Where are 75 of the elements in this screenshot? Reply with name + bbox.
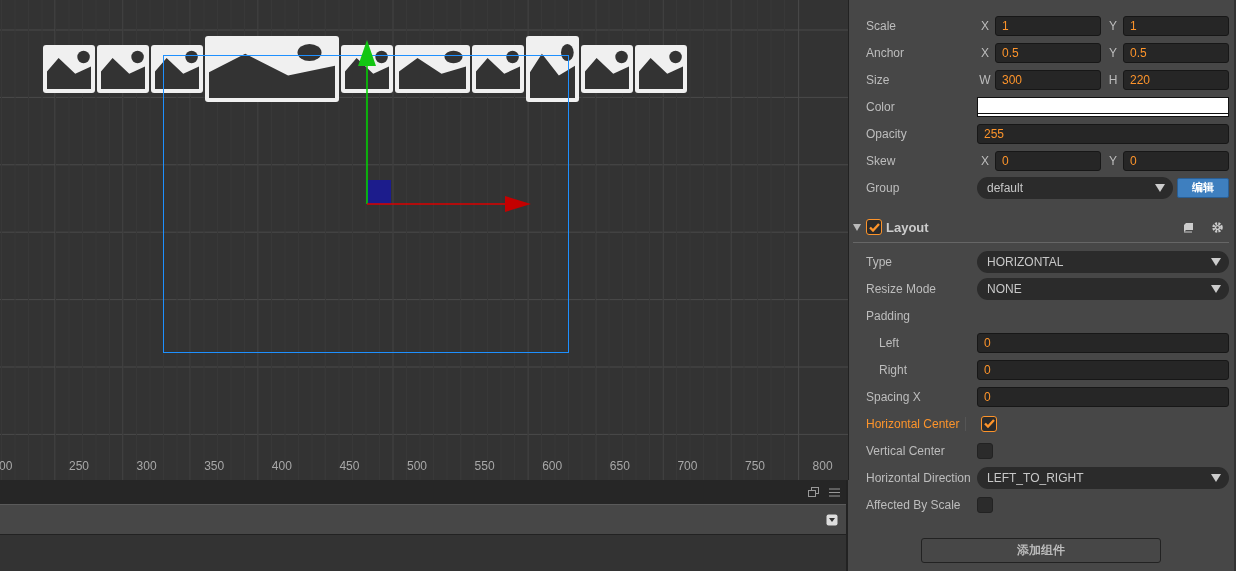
ruler-label: 750 (745, 459, 766, 473)
property-label: Color (865, 99, 896, 114)
ruler-label: 400 (271, 459, 292, 473)
checkbox[interactable] (977, 496, 993, 513)
settings-icon[interactable] (1212, 221, 1223, 233)
number-field[interactable]: 1 (995, 15, 1101, 36)
axis-label: X (980, 45, 990, 60)
dropdown-arrow-icon (1211, 284, 1221, 293)
axis-label: Y (1108, 45, 1118, 60)
property-label: Size (865, 72, 891, 87)
property-label: Affected By Scale (865, 497, 962, 512)
number-field[interactable]: 255 (977, 123, 1229, 144)
ruler-label: 700 (677, 459, 698, 473)
axis-label: H (1107, 72, 1119, 87)
ruler-label: 450 (339, 459, 360, 473)
ruler-label: 650 (609, 459, 630, 473)
expand-arrow-icon[interactable] (853, 222, 862, 232)
add-component-button[interactable]: 添加组件 (921, 538, 1161, 563)
pivot-handle[interactable] (367, 180, 391, 204)
number-field[interactable]: 0 (1123, 150, 1229, 171)
property-label: Left (878, 335, 900, 350)
property-label: Anchor (865, 45, 906, 60)
ruler-label: 600 (542, 459, 563, 473)
book-icon[interactable] (1183, 221, 1194, 233)
property-label: Resize Mode (865, 281, 938, 296)
component-title: Layout (886, 219, 930, 235)
checkbox[interactable] (977, 442, 993, 459)
axis-label: X (980, 18, 990, 33)
number-field[interactable]: 0 (977, 386, 1229, 407)
property-label: Group (865, 180, 901, 195)
dropdown-icon[interactable] (826, 513, 838, 526)
menu-icon[interactable] (829, 487, 840, 497)
number-field[interactable]: 0.5 (1123, 42, 1229, 63)
checkbox[interactable] (866, 219, 882, 235)
dropdown-arrow-icon (1211, 473, 1221, 482)
dropdown-arrow-icon (1211, 257, 1221, 266)
property-label: Right (878, 362, 908, 377)
number-field[interactable]: 1 (1123, 15, 1229, 36)
property-label: Type (865, 254, 893, 269)
ruler-label: 800 (812, 459, 833, 473)
property-label: Horizontal Direction (865, 470, 972, 485)
axis-label: X (980, 153, 990, 168)
ruler-label: 00 (0, 459, 13, 473)
property-label: Scale (865, 18, 898, 33)
ruler-label: 300 (136, 459, 157, 473)
property-label: Spacing X (865, 389, 922, 404)
property-label: Opacity (865, 126, 908, 141)
y-axis-arrow[interactable] (358, 40, 376, 205)
property-label: Vertical Center (865, 443, 946, 458)
dropdown-arrow-icon (1155, 183, 1165, 192)
ruler-label: 500 (407, 459, 428, 473)
property-label: Padding (865, 308, 912, 323)
dropdown[interactable]: LEFT_TO_RIGHT (977, 466, 1229, 489)
dropdown[interactable]: HORIZONTAL (977, 250, 1229, 273)
number-field[interactable]: 220 (1123, 69, 1229, 90)
ruler-label: 550 (474, 459, 495, 473)
axis-label: Y (1108, 18, 1118, 33)
color-swatch[interactable] (977, 96, 1229, 117)
ruler-label: 350 (204, 459, 225, 473)
property-label: Horizontal Center (865, 416, 961, 431)
number-field[interactable]: 0 (977, 359, 1229, 380)
dropdown[interactable]: NONE (977, 277, 1229, 300)
edit-button[interactable]: 编辑 (1177, 177, 1229, 198)
selection-rect[interactable] (163, 55, 569, 353)
popout-icon[interactable] (808, 487, 819, 497)
axis-label: W (978, 72, 992, 87)
number-field[interactable]: 0 (995, 150, 1101, 171)
number-field[interactable]: 0.5 (995, 42, 1101, 63)
number-field[interactable]: 0 (977, 332, 1229, 353)
ruler-label: 250 (69, 459, 90, 473)
property-label: Skew (865, 153, 897, 168)
axis-label: Y (1108, 153, 1118, 168)
number-field[interactable]: 300 (995, 69, 1101, 90)
dropdown[interactable]: default (977, 176, 1173, 199)
checkbox[interactable] (981, 415, 997, 432)
